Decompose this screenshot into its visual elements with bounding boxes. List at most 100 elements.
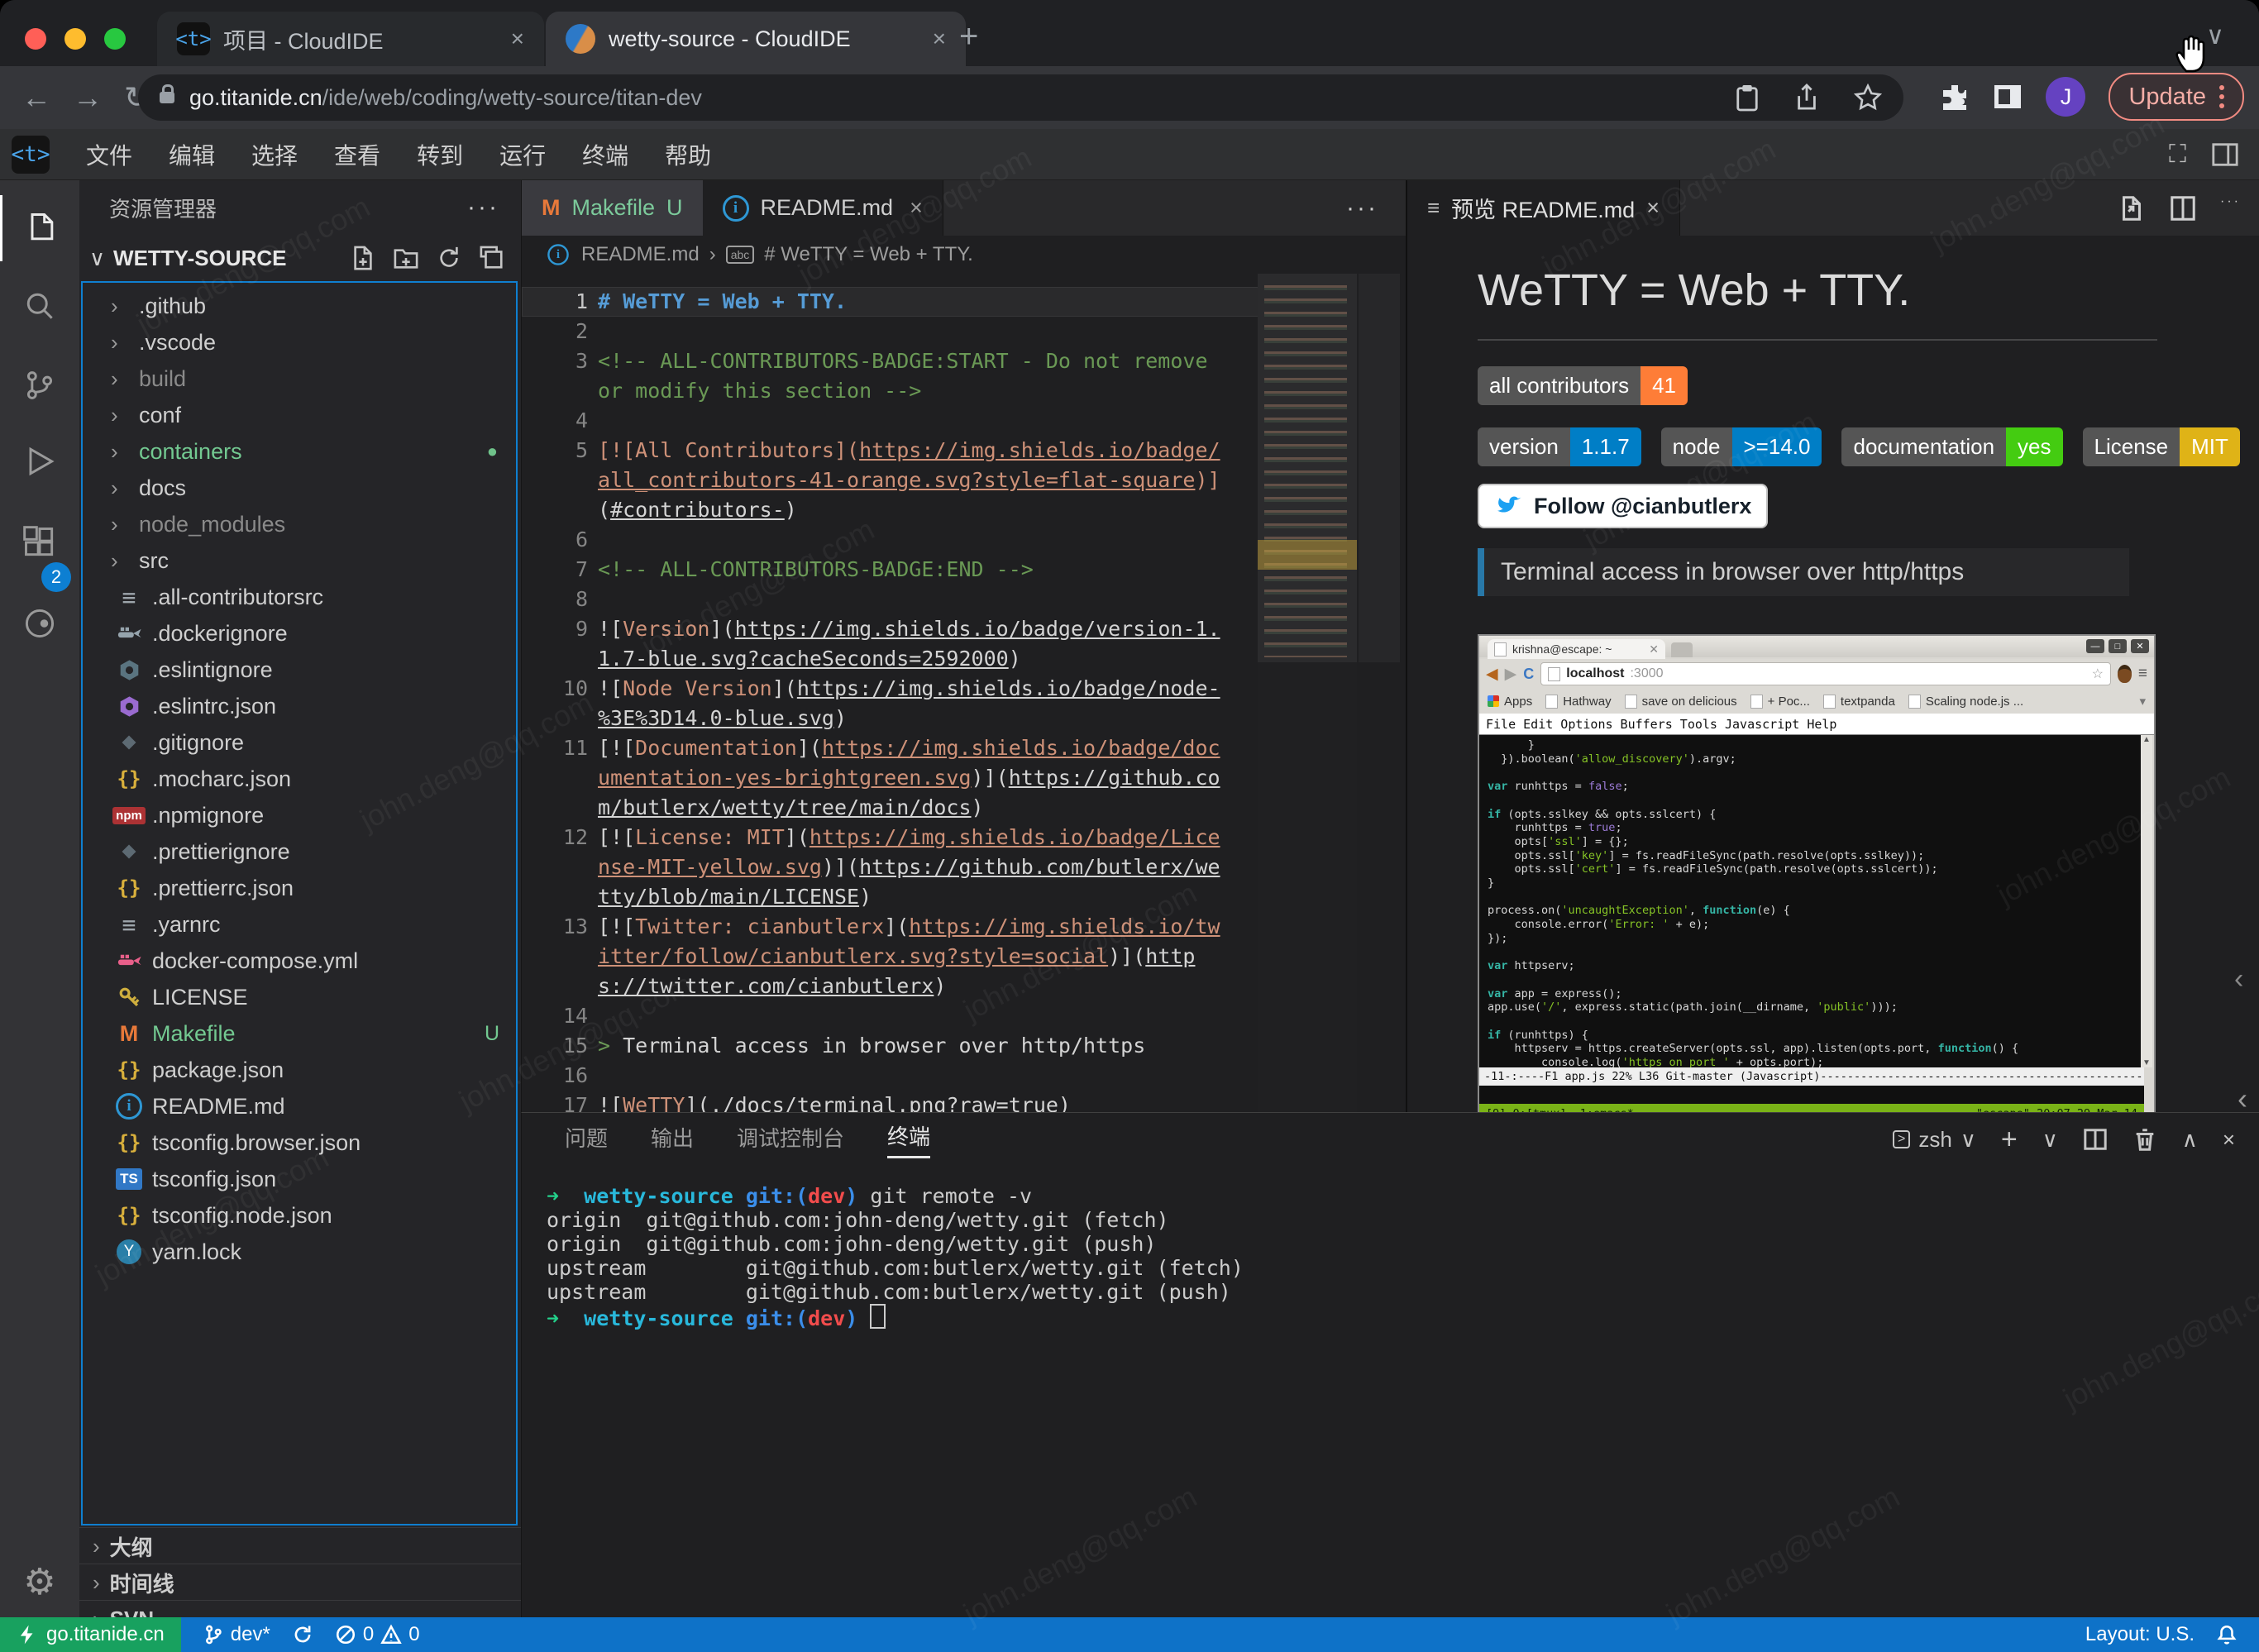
extensions-puzzle-icon[interactable] bbox=[1940, 82, 1970, 112]
editor-actions-more-icon[interactable]: ··· bbox=[1346, 194, 1378, 222]
address-bar[interactable]: go.titanide.cn/ide/web/coding/wetty-sour… bbox=[138, 74, 1903, 121]
clipboard-icon[interactable] bbox=[1735, 84, 1760, 112]
menu-terminal[interactable]: 终端 bbox=[564, 138, 647, 171]
split-terminal-icon[interactable] bbox=[2083, 1127, 2108, 1152]
tree-item-tsconfig.json[interactable]: TStsconfig.json bbox=[83, 1161, 516, 1197]
shell-selector[interactable]: > zsh ∨ bbox=[1893, 1127, 1976, 1153]
zoom-window-button[interactable] bbox=[104, 28, 126, 50]
tree-item-tsconfig.browser.json[interactable]: {}tsconfig.browser.json bbox=[83, 1124, 516, 1161]
close-tab-icon[interactable]: × bbox=[910, 195, 923, 221]
tree-item-docker-compose.yml[interactable]: docker-compose.yml bbox=[83, 943, 516, 979]
tree-item-Makefile[interactable]: MMakefileU bbox=[83, 1015, 516, 1052]
breadcrumb-file[interactable]: README.md bbox=[581, 243, 700, 266]
share-icon[interactable] bbox=[1794, 84, 1819, 112]
tree-item-.prettierignore[interactable]: .prettierignore bbox=[83, 833, 516, 870]
markdown-source-editor[interactable]: 1# WeTTY = Web + TTY.23<!-- ALL-CONTRIBU… bbox=[522, 274, 1266, 1125]
shield-badge-version[interactable]: version1.1.7 bbox=[1478, 427, 1641, 466]
lock-icon[interactable] bbox=[160, 92, 174, 103]
preview-more-icon[interactable]: ··· bbox=[2220, 194, 2241, 222]
side-panel-icon[interactable] bbox=[1993, 82, 2023, 112]
menu-selection[interactable]: 选择 bbox=[233, 138, 316, 171]
editor-scrollbar[interactable] bbox=[1359, 274, 1400, 662]
menu-help[interactable]: 帮助 bbox=[647, 138, 729, 171]
macos-traffic-lights[interactable] bbox=[25, 28, 126, 50]
tree-item-package.json[interactable]: {}package.json bbox=[83, 1052, 516, 1088]
breadcrumb[interactable]: i README.md › abc # WeTTY = Web + TTY. bbox=[522, 236, 1407, 274]
minimap[interactable] bbox=[1258, 274, 1357, 1112]
tab-output[interactable]: 输出 bbox=[651, 1122, 694, 1158]
tree-item-build[interactable]: ›build bbox=[83, 360, 516, 397]
tab-problems[interactable]: 问题 bbox=[565, 1122, 608, 1158]
open-source-file-icon[interactable] bbox=[2118, 194, 2146, 222]
profile-avatar[interactable]: J bbox=[2046, 77, 2085, 117]
extensions-icon[interactable] bbox=[0, 509, 79, 575]
preview-scroll-chevron[interactable]: ‹ bbox=[2234, 963, 2243, 995]
tree-item-tsconfig.node.json[interactable]: {}tsconfig.node.json bbox=[83, 1197, 516, 1234]
search-icon[interactable] bbox=[0, 273, 79, 339]
tree-item-src[interactable]: ›src bbox=[83, 542, 516, 579]
close-tab-icon[interactable]: × bbox=[933, 26, 946, 52]
close-window-button[interactable] bbox=[25, 28, 46, 50]
contributors-badge[interactable]: all contributors41 bbox=[1478, 366, 1707, 405]
tree-item-.prettierrc.json[interactable]: {}.prettierrc.json bbox=[83, 870, 516, 906]
tree-item-README.md[interactable]: iREADME.md bbox=[83, 1088, 516, 1124]
breadcrumb-heading[interactable]: # WeTTY = Web + TTY. bbox=[764, 243, 973, 266]
remote-explorer-icon[interactable] bbox=[0, 590, 79, 657]
tab-preview-readme[interactable]: ≡ 预览 README.md × bbox=[1407, 180, 1680, 236]
shield-badge-License[interactable]: LicenseMIT bbox=[2083, 427, 2240, 466]
tree-item-.gitignore[interactable]: .gitignore bbox=[83, 724, 516, 761]
browser-tab-project[interactable]: <t> 项目 - CloudIDE × bbox=[157, 12, 544, 66]
git-branch-indicator[interactable]: dev* bbox=[203, 1623, 270, 1646]
tree-item-.mocharc.json[interactable]: {}.mocharc.json bbox=[83, 761, 516, 797]
menu-file[interactable]: 文件 bbox=[68, 138, 150, 171]
forward-icon[interactable]: → bbox=[73, 80, 103, 115]
refresh-icon[interactable] bbox=[437, 246, 461, 270]
workspace-section-header[interactable]: ∨ WETTY-SOURCE bbox=[79, 235, 521, 281]
timeline-section[interactable]: › 时间线 bbox=[79, 1564, 521, 1601]
browser-menu-icon[interactable] bbox=[2219, 85, 2224, 108]
tree-item-.eslintrc.json[interactable]: .eslintrc.json bbox=[83, 688, 516, 724]
menu-view[interactable]: 查看 bbox=[316, 138, 399, 171]
tab-terminal[interactable]: 终端 bbox=[887, 1120, 930, 1158]
shield-badge-documentation[interactable]: documentationyes bbox=[1841, 427, 2062, 466]
tree-item-LICENSE[interactable]: LICENSE bbox=[83, 979, 516, 1015]
new-folder-icon[interactable] bbox=[394, 246, 418, 270]
explorer-icon[interactable] bbox=[0, 195, 79, 261]
layout-indicator[interactable]: Layout: U.S. bbox=[2085, 1623, 2195, 1646]
tree-item-docs[interactable]: ›docs bbox=[83, 470, 516, 506]
split-editor-icon[interactable] bbox=[2169, 194, 2197, 222]
tree-item-node_modules[interactable]: ›node_modules bbox=[83, 506, 516, 542]
sync-indicator[interactable] bbox=[292, 1624, 313, 1645]
tab-readme[interactable]: i README.md × bbox=[703, 180, 943, 236]
bell-icon[interactable] bbox=[2216, 1623, 2238, 1646]
menu-goto[interactable]: 转到 bbox=[399, 138, 481, 171]
new-terminal-icon[interactable]: + bbox=[2001, 1124, 2018, 1156]
tree-item-.npmignore[interactable]: npm.npmignore bbox=[83, 797, 516, 833]
new-file-icon[interactable] bbox=[351, 246, 375, 270]
tab-debug-console[interactable]: 调试控制台 bbox=[737, 1122, 844, 1158]
terminal-dropdown-icon[interactable]: ∨ bbox=[2042, 1127, 2058, 1153]
run-debug-icon[interactable] bbox=[0, 428, 79, 494]
tree-item-conf[interactable]: ›conf bbox=[83, 397, 516, 433]
menu-edit[interactable]: 编辑 bbox=[150, 138, 233, 171]
tree-item-.dockerignore[interactable]: .dockerignore bbox=[83, 615, 516, 652]
twitter-follow-button[interactable]: Follow @cianbutlerx bbox=[1478, 484, 1768, 528]
outline-section[interactable]: › 大纲 bbox=[79, 1527, 521, 1564]
settings-gear-icon[interactable]: ⚙ bbox=[0, 1553, 79, 1611]
tab-makefile[interactable]: M Makefile U bbox=[522, 180, 703, 236]
restore-panel-chevron[interactable]: ‹ bbox=[2238, 1081, 2247, 1116]
bookmark-star-icon[interactable] bbox=[1854, 84, 1882, 112]
tree-item-containers[interactable]: ›containers● bbox=[83, 433, 516, 470]
tree-item-.github[interactable]: ›.github bbox=[83, 288, 516, 324]
tree-item-.yarnrc[interactable]: ≡.yarnrc bbox=[83, 906, 516, 943]
browser-tab-wetty-source[interactable]: wetty-source - CloudIDE × bbox=[546, 12, 966, 66]
collapse-all-icon[interactable] bbox=[480, 246, 504, 270]
maximize-panel-icon[interactable]: ∧ bbox=[2182, 1127, 2198, 1153]
titanide-logo[interactable]: <t> bbox=[12, 136, 50, 174]
back-icon[interactable]: ← bbox=[21, 80, 51, 115]
menu-run[interactable]: 运行 bbox=[481, 138, 564, 171]
terminal[interactable]: ➜ wetty-source git:(dev) git remote -vor… bbox=[547, 1184, 1244, 1330]
trash-icon[interactable] bbox=[2132, 1127, 2157, 1152]
tree-item-.all-contributorsrc[interactable]: ≡.all-contributorsrc bbox=[83, 579, 516, 615]
new-tab-button[interactable]: + bbox=[959, 18, 978, 55]
